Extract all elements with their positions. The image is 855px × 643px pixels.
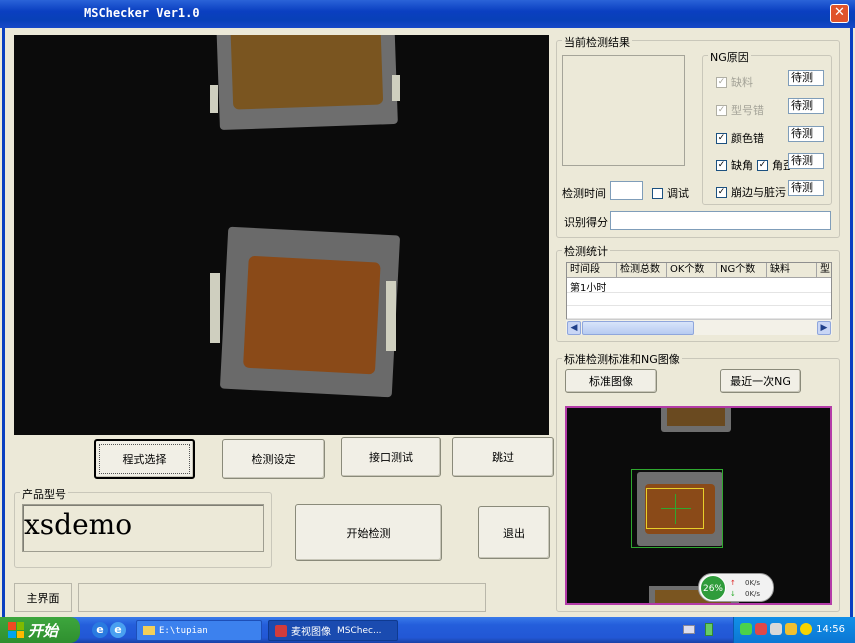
reference-image: [565, 406, 832, 605]
skip-button[interactable]: 跳过: [452, 437, 554, 477]
interface-test-button[interactable]: 接口测试: [341, 437, 441, 477]
network-icon[interactable]: [740, 623, 752, 635]
upload-speed: 0K/s: [745, 579, 761, 587]
close-icon: ✕: [834, 5, 845, 20]
exit-button[interactable]: 退出: [478, 506, 550, 559]
start-button[interactable]: 开始: [0, 617, 80, 643]
ng-status-missing: 待测: [788, 70, 824, 86]
checkbox-missing-corner[interactable]: ✓: [716, 159, 727, 171]
ng-status-missing-corner: 待测: [788, 153, 824, 169]
checkbox-missing[interactable]: ✓: [716, 76, 727, 88]
ng-item-wrong-color[interactable]: ✓ 颜色错: [716, 130, 764, 146]
score-field: [610, 211, 831, 230]
stats-legend: 检测统计: [562, 243, 610, 259]
windows-logo-icon: [8, 622, 24, 638]
title-bar: MSChecker Ver1.0 ✕: [0, 0, 855, 28]
column-header[interactable]: OK个数: [667, 263, 717, 278]
close-button[interactable]: ✕: [830, 4, 849, 23]
ng-status-wrong-color: 待测: [788, 126, 824, 142]
security-icon[interactable]: [755, 623, 767, 635]
download-arrow-icon: ↓: [730, 590, 736, 598]
checkbox-debug[interactable]: [652, 187, 663, 199]
status-message: [78, 583, 486, 612]
ng-item-wrong-model[interactable]: ✓ 型号错: [716, 102, 764, 118]
lead-top-right: [392, 75, 400, 101]
window-title: MSChecker Ver1.0: [84, 6, 200, 20]
update-icon[interactable]: [800, 623, 812, 635]
ng-status-wrong-model: 待测: [788, 98, 824, 114]
standard-ng-legend: 标准检测标准和NG图像: [562, 351, 682, 367]
browser-icon[interactable]: e: [110, 622, 126, 638]
product-model-legend: 产品型号: [20, 486, 68, 502]
current-result-legend: 当前检测结果: [562, 34, 632, 50]
stats-scrollbar[interactable]: ◀ ▶: [566, 319, 832, 335]
task-explorer[interactable]: E:\tupian: [136, 620, 262, 641]
app-icon: [275, 624, 287, 637]
crosshair-icon: [661, 508, 691, 509]
program-select-button[interactable]: 程式选择: [94, 439, 195, 479]
ng-item-missing-corner[interactable]: ✓ 缺角 ✓ 角歪: [716, 157, 790, 173]
current-result-image: [562, 55, 685, 166]
component-main: [219, 226, 401, 398]
scroll-right-icon[interactable]: ▶: [817, 321, 831, 335]
checkbox-wrong-model[interactable]: ✓: [716, 104, 727, 116]
ng-status-chipping-dirt: 待测: [788, 180, 824, 196]
start-detect-button[interactable]: 开始检测: [295, 504, 442, 561]
component-top: [216, 35, 398, 131]
ng-item-missing[interactable]: ✓ 缺料: [716, 74, 753, 90]
column-header[interactable]: 检测总数: [617, 263, 667, 278]
antivirus-icon[interactable]: [770, 623, 782, 635]
status-main-screen: 主界面: [14, 583, 72, 612]
shield-icon[interactable]: [785, 623, 797, 635]
battery-icon[interactable]: [705, 623, 713, 636]
lead-main-right: [386, 281, 396, 351]
upload-arrow-icon: ↑: [730, 579, 736, 587]
lead-main-left: [210, 273, 220, 343]
column-header[interactable]: 缺料: [767, 263, 817, 278]
standard-image-button[interactable]: 标准图像: [565, 369, 657, 393]
camera-view: [14, 35, 549, 435]
detect-settings-button[interactable]: 检测设定: [222, 439, 325, 479]
keyboard-icon[interactable]: [683, 625, 695, 634]
net-percent: 26%: [700, 575, 726, 601]
lead-top-left: [210, 85, 218, 113]
product-model-value: xsdemo: [24, 508, 133, 541]
score-label: 识别得分: [564, 216, 608, 229]
checkbox-skewed-corner[interactable]: ✓: [757, 159, 768, 171]
last-ng-button[interactable]: 最近一次NG: [720, 369, 801, 393]
ng-item-chipping-dirt[interactable]: ✓ 崩边与脏污: [716, 184, 786, 200]
task-mschecker[interactable]: 麦视图像 MSChec...: [268, 620, 398, 641]
scroll-thumb[interactable]: [582, 321, 694, 335]
scroll-left-icon[interactable]: ◀: [567, 321, 581, 335]
clock: 14:56: [816, 624, 845, 635]
detect-time-field: [610, 181, 643, 200]
detect-time-label: 检测时间: [562, 187, 606, 200]
ng-reason-legend: NG原因: [708, 49, 751, 65]
column-header[interactable]: NG个数: [717, 263, 767, 278]
ie-icon[interactable]: e: [92, 622, 108, 638]
column-header[interactable]: 型: [817, 263, 831, 278]
column-header[interactable]: 时间段: [567, 263, 617, 278]
folder-icon: [143, 626, 155, 635]
download-speed: 0K/s: [745, 590, 761, 598]
taskbar: 开始 e e E:\tupian 麦视图像 MSChec... 14:56: [0, 617, 855, 643]
system-tray: 14:56: [733, 617, 855, 643]
checkbox-wrong-color[interactable]: ✓: [716, 132, 727, 144]
debug-option[interactable]: 调试: [652, 185, 689, 201]
checkbox-chipping-dirt[interactable]: ✓: [716, 186, 727, 198]
net-monitor-widget[interactable]: 26% ↑ 0K/s ↓ 0K/s: [698, 573, 774, 602]
